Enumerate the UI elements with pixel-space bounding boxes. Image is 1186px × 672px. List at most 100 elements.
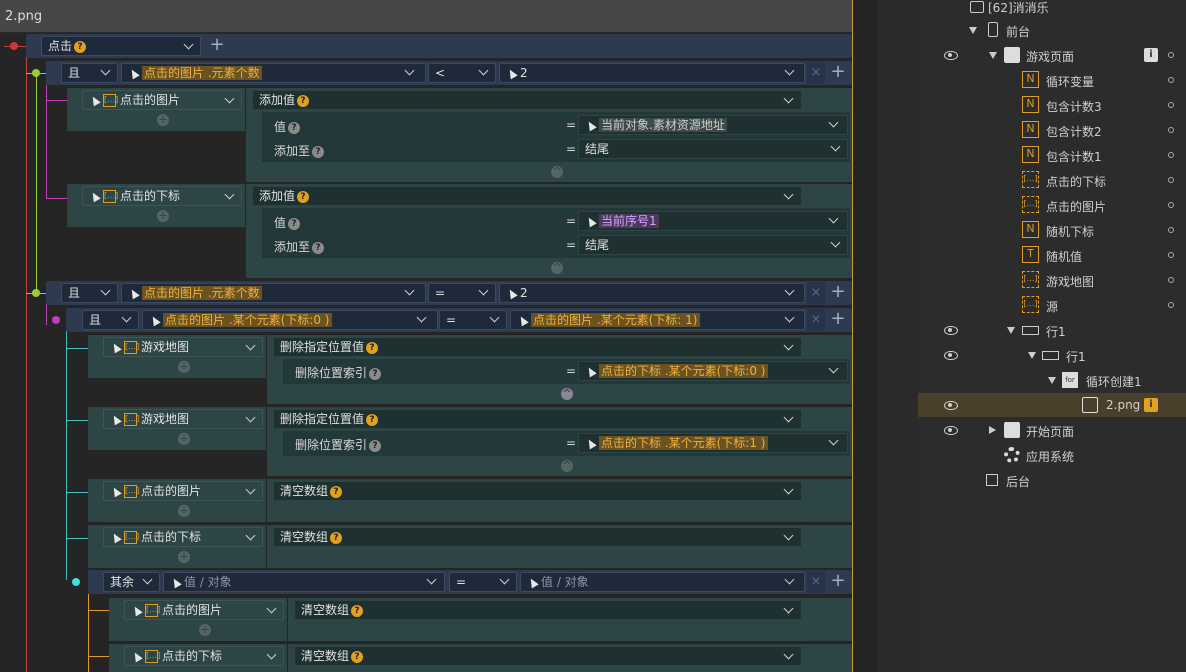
param-value-select[interactable]: 结尾 xyxy=(578,139,848,159)
cursor-icon xyxy=(527,576,539,589)
action-select[interactable]: 添加值? xyxy=(252,186,802,206)
tree-line xyxy=(66,420,88,421)
tree-line xyxy=(66,538,88,539)
add-action-button[interactable]: + xyxy=(199,624,211,636)
left-operand-select[interactable]: 值 / 对象 xyxy=(163,572,445,592)
action-select[interactable]: 清空数组? xyxy=(273,481,802,501)
tree-line xyxy=(46,100,68,101)
close-icon[interactable]: × xyxy=(807,282,825,304)
array-var-icon: […] xyxy=(103,190,118,203)
tree-line xyxy=(26,293,46,294)
action-select[interactable]: 清空数组? xyxy=(273,527,802,547)
add-action-button[interactable]: + xyxy=(157,210,169,222)
param-value-select[interactable]: 结尾 xyxy=(578,235,848,255)
array-var-icon: […] xyxy=(1022,271,1039,288)
add-action-button[interactable]: + xyxy=(178,361,190,373)
collapse-button[interactable]: ^ xyxy=(551,166,563,178)
array-var-icon: […] xyxy=(1022,196,1039,213)
tree-item-var[interactable]: […] 点击的图片 xyxy=(918,193,1186,218)
tree-line xyxy=(26,46,27,672)
action-select[interactable]: 添加值? xyxy=(252,90,802,110)
add-condition-button[interactable]: + xyxy=(827,282,849,304)
param-label: 删除位置索引? xyxy=(295,436,382,453)
action-select[interactable]: 删除指定位置值? xyxy=(273,409,802,429)
add-condition-button[interactable]: + xyxy=(827,309,849,331)
param-value-select[interactable]: 当前对象.素材资源地址 xyxy=(578,115,848,135)
tree-item-var[interactable]: T 随机值 xyxy=(918,243,1186,268)
close-icon[interactable]: × xyxy=(807,571,825,593)
right-operand-select[interactable]: 2 xyxy=(499,283,805,303)
right-operand-select[interactable]: 2 xyxy=(499,63,805,83)
add-event-button[interactable]: + xyxy=(206,35,228,57)
tree-item-app[interactable]: [62]消消乐 xyxy=(918,0,1186,19)
close-icon[interactable]: × xyxy=(807,62,825,84)
tree-item-for-loop[interactable]: for 循环创建1 xyxy=(918,368,1186,393)
tree-item-image-selected[interactable]: 2.png i xyxy=(918,393,1186,417)
array-var-icon: […] xyxy=(103,94,118,107)
tree-item-var[interactable]: N 包含计数2 xyxy=(918,118,1186,143)
logic-select[interactable]: 且 xyxy=(82,310,139,330)
tree-item-backend[interactable]: 后台 xyxy=(918,468,1186,493)
tree-item-row[interactable]: 行1 xyxy=(918,343,1186,368)
logic-select[interactable]: 其余 xyxy=(103,572,160,592)
target-select[interactable]: […] 点击的图片 xyxy=(103,481,263,501)
collapse-button[interactable]: ^ xyxy=(561,388,573,400)
action-select[interactable]: 删除指定位置值? xyxy=(273,337,802,357)
event-trigger-select[interactable]: 点击? xyxy=(41,36,201,56)
action-select[interactable]: 清空数组? xyxy=(294,600,802,620)
tree-item-system[interactable]: 应用系统 xyxy=(918,443,1186,468)
array-var-icon: […] xyxy=(1022,171,1039,188)
target-select[interactable]: […] 点击的图片 xyxy=(82,90,242,110)
tree-item-var[interactable]: N 包含计数1 xyxy=(918,143,1186,168)
target-select[interactable]: […] 点击的下标 xyxy=(103,527,263,547)
tree-line xyxy=(46,198,68,199)
page-icon xyxy=(1004,422,1020,438)
collapse-button[interactable]: ^ xyxy=(551,262,563,274)
tree-item-var[interactable]: […] 源 xyxy=(918,293,1186,318)
cond-node[interactable] xyxy=(72,578,80,586)
param-label: 添加至? xyxy=(274,142,325,159)
target-select[interactable]: […] 游戏地图 xyxy=(103,337,263,357)
param-value-select[interactable]: 当前序号1 xyxy=(578,211,848,231)
right-operand-select[interactable]: 值 / 对象 xyxy=(520,572,805,592)
tree-item-start-page[interactable]: 开始页面 xyxy=(918,418,1186,443)
param-value-select[interactable]: 点击的下标 .某个元素(下标:1 ) xyxy=(578,433,848,453)
array-var-icon: […] xyxy=(145,650,160,663)
add-condition-button[interactable]: + xyxy=(827,571,849,593)
logic-select[interactable]: 且 xyxy=(61,283,118,303)
cursor-icon xyxy=(131,604,143,617)
add-condition-button[interactable]: + xyxy=(827,62,849,84)
tree-item-var[interactable]: N 循环变量 xyxy=(918,68,1186,93)
param-value-select[interactable]: 点击的下标 .某个元素(下标:0 ) xyxy=(578,361,848,381)
add-action-button[interactable]: + xyxy=(157,114,169,126)
cond-node[interactable] xyxy=(52,316,60,324)
left-operand-select[interactable]: 点击的图片 .某个元素(下标:0 ) xyxy=(142,310,438,330)
editor-titlebar: 2.png xyxy=(0,0,852,33)
array-var-icon: […] xyxy=(1022,296,1039,313)
param-label: 删除位置索引? xyxy=(295,364,382,381)
close-icon[interactable]: × xyxy=(807,309,825,331)
add-action-button[interactable]: + xyxy=(178,505,190,517)
cursor-icon xyxy=(506,287,518,300)
tree-item-var[interactable]: N 包含计数3 xyxy=(918,93,1186,118)
tree-item-var[interactable]: […] 点击的下标 xyxy=(918,168,1186,193)
collapse-button[interactable]: ^ xyxy=(561,460,573,472)
action-select[interactable]: 清空数组? xyxy=(294,646,802,666)
tree-item-game-page[interactable]: 游戏页面 i xyxy=(918,43,1186,68)
logic-select[interactable]: 且 xyxy=(61,63,118,83)
tree-item-row[interactable]: 行1 xyxy=(918,318,1186,343)
phone-icon xyxy=(988,22,998,37)
left-operand-select[interactable]: 点击的图片 .元素个数 xyxy=(121,283,426,303)
target-select[interactable]: […] 游戏地图 xyxy=(103,409,263,429)
tree-item-frontend[interactable]: 前台 xyxy=(918,18,1186,43)
target-select[interactable]: […] 点击的图片 xyxy=(124,600,284,620)
add-action-button[interactable]: + xyxy=(178,433,190,445)
target-select[interactable]: […] 点击的下标 xyxy=(82,186,242,206)
left-operand-select[interactable]: 点击的图片 .元素个数 xyxy=(121,63,426,83)
cursor-icon xyxy=(517,314,529,327)
tree-item-var[interactable]: N 随机下标 xyxy=(918,218,1186,243)
tree-item-var[interactable]: […] 游戏地图 xyxy=(918,268,1186,293)
target-select[interactable]: […] 点击的下标 xyxy=(124,646,284,666)
add-action-button[interactable]: + xyxy=(178,551,190,563)
right-operand-select[interactable]: 点击的图片 .某个元素(下标: 1) xyxy=(510,310,805,330)
